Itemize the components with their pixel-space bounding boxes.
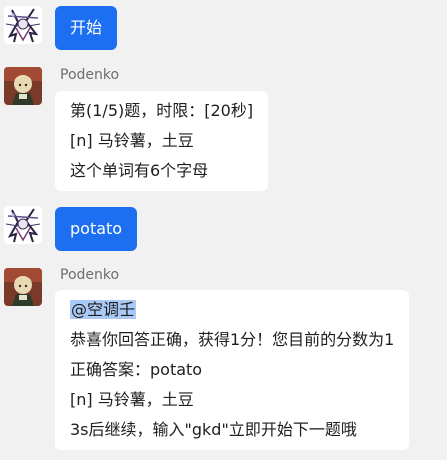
message-line: 这个单词有6个字母	[70, 161, 209, 180]
message-line: [n] 马铃薯，土豆	[70, 390, 194, 409]
user-message-bubble: 开始	[55, 6, 118, 50]
user-message-text: potato	[70, 219, 123, 238]
bot-message-bubble: 第(1/5)题，时限：[20秒] [n] 马铃薯，土豆 这个单词有6个字母	[55, 91, 269, 191]
message-line: 3s后继续，输入"gkd"立即开始下一题哦	[70, 420, 357, 439]
message-line: 恭喜你回答正确，获得1分！您目前的分数为1	[70, 330, 395, 349]
sender-name: Podenko	[60, 267, 120, 283]
message-line: @空调壬	[70, 295, 394, 325]
user-avatar[interactable]	[4, 206, 42, 244]
message-line: 第(1/5)题，时限：[20秒]	[70, 101, 254, 120]
mention-tag[interactable]: @空调壬	[70, 300, 137, 319]
bot-avatar[interactable]	[4, 67, 42, 105]
user-message-bubble: potato	[55, 207, 138, 251]
user-avatar[interactable]	[4, 6, 42, 44]
bot-message-bubble: @空调壬 恭喜你回答正确，获得1分！您目前的分数为1 正确答案：potato […	[55, 290, 410, 450]
message-line: [n] 马铃薯，土豆	[70, 131, 194, 150]
user-message-text: 开始	[70, 18, 103, 37]
message-line: 正确答案：potato	[70, 360, 203, 379]
sender-name: Podenko	[60, 67, 120, 83]
bot-avatar[interactable]	[4, 268, 42, 306]
